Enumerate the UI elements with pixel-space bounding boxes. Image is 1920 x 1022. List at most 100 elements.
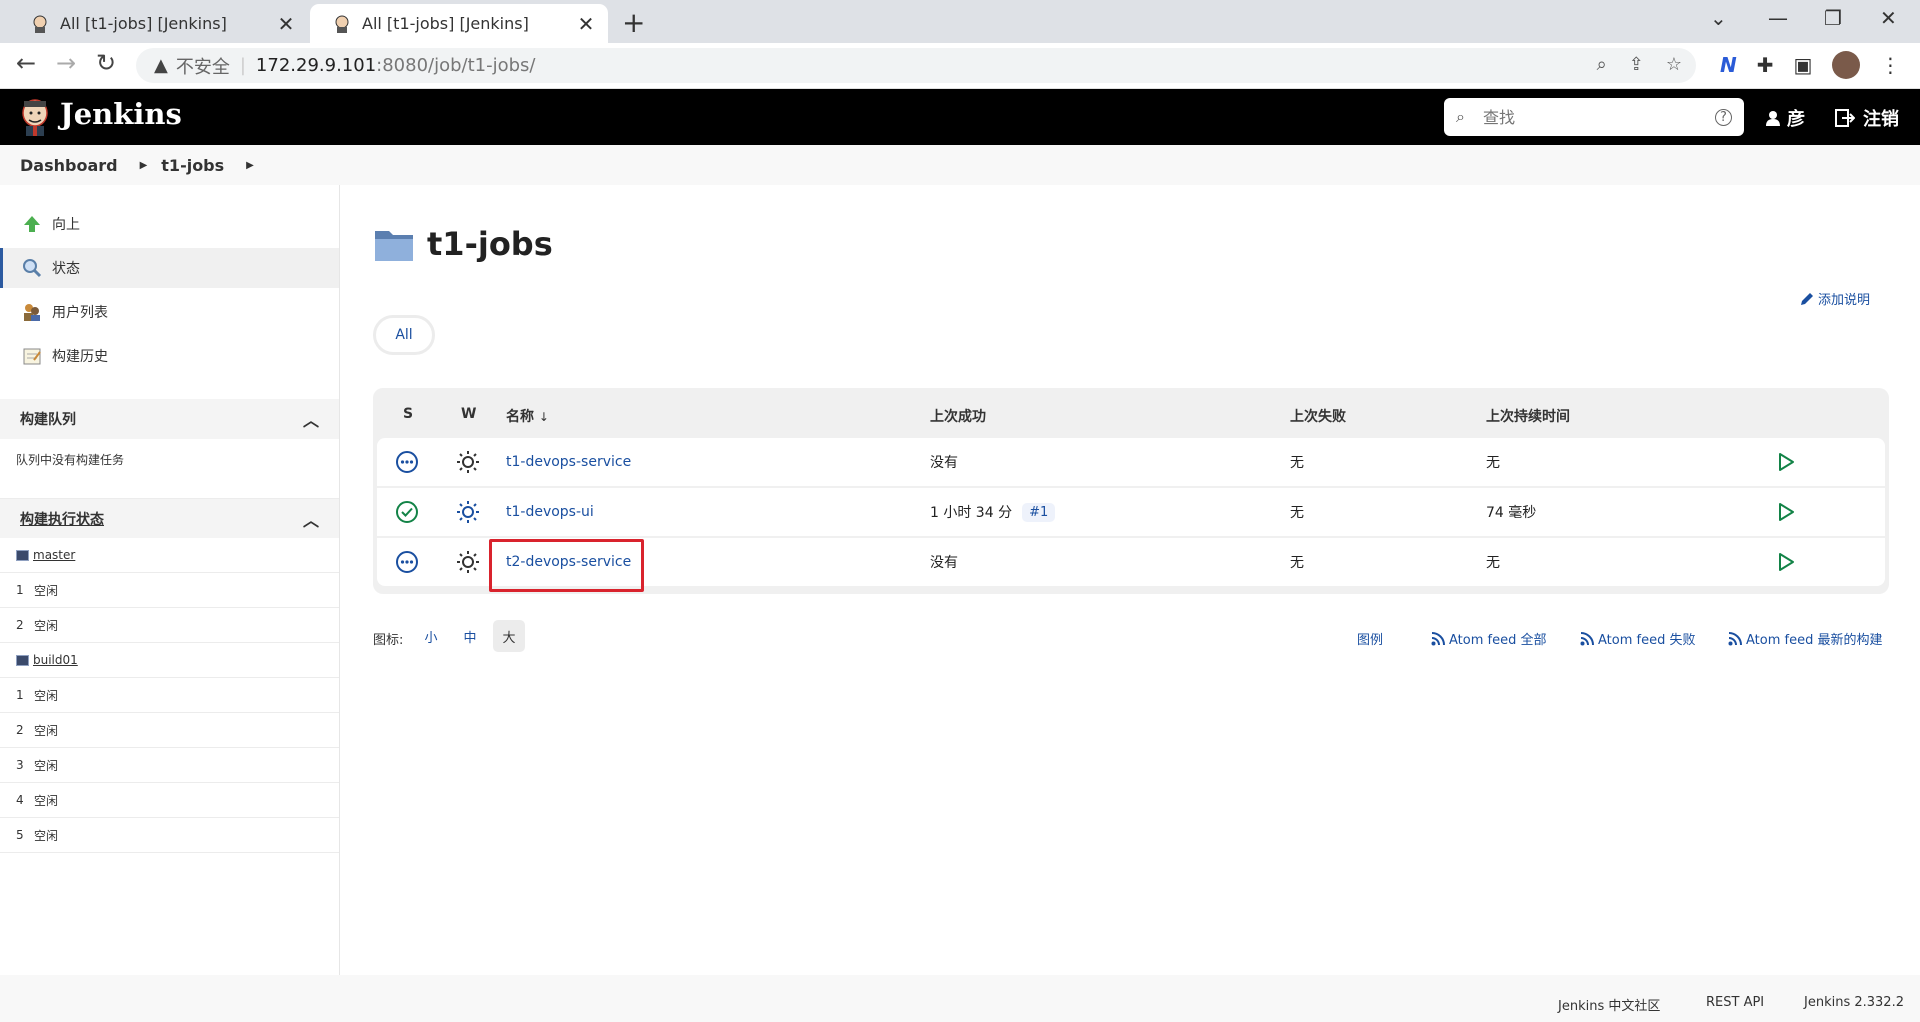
jenkins-brand[interactable]: Jenkins	[60, 97, 182, 131]
icon-size-medium[interactable]: 中	[454, 620, 486, 652]
url-separator: |	[239, 55, 246, 76]
back-icon[interactable]: ←	[16, 49, 36, 77]
executor-number: 3	[16, 758, 24, 772]
breadcrumb-chevron-icon[interactable]: ▶	[140, 160, 148, 171]
last-failure: 无	[1290, 555, 1304, 571]
url-path: :8080/job/t1-jobs/	[376, 55, 536, 76]
browser-tab-bar: All [t1-jobs] [Jenkins] ✕ All [t1-jobs] …	[0, 0, 1920, 43]
legend-link[interactable]: 图例	[1357, 629, 1383, 648]
tab-search-icon[interactable]: ⌄	[1710, 6, 1727, 30]
col-header-name[interactable]: 名称 ↓	[506, 406, 549, 426]
profile-avatar[interactable]	[1832, 51, 1861, 79]
table-row: t1-devops-ui 1 小时 34 分 #1 无 74 毫秒	[377, 488, 1885, 536]
close-tab-icon[interactable]: ✕	[576, 12, 596, 36]
atom-feed-failed-label: Atom feed 失败	[1598, 633, 1696, 648]
col-header-s[interactable]: S	[403, 406, 413, 422]
col-header-last-success[interactable]: 上次成功	[930, 406, 986, 426]
close-tab-icon[interactable]: ✕	[276, 12, 296, 36]
task-status[interactable]: 状态	[0, 248, 339, 288]
job-link[interactable]: t1-devops-service	[506, 438, 631, 486]
share-icon[interactable]: ⇪	[1629, 54, 1644, 75]
executor-row: 2 空闲	[0, 713, 339, 748]
logout-link[interactable]: 注销	[1835, 105, 1899, 131]
sidebar: 向上 状态 用户列表 构建历史 构建队列 ︿ 队列中没有构建任务 构建执行状态 …	[0, 185, 340, 975]
reload-icon[interactable]: ↻	[96, 49, 116, 77]
pencil-icon	[1801, 292, 1813, 305]
status-notbuilt-icon[interactable]	[395, 438, 419, 486]
up-arrow-icon	[22, 214, 42, 234]
users-icon	[22, 302, 42, 322]
footer-community-link[interactable]: Jenkins 中文社区	[1558, 995, 1660, 1014]
breadcrumb-chevron-icon[interactable]: ▶	[246, 160, 254, 171]
status-success-icon[interactable]	[395, 488, 419, 536]
computer-icon	[16, 654, 29, 666]
status-notbuilt-icon[interactable]	[395, 538, 419, 586]
atom-feed-latest-link[interactable]: Atom feed 最新的构建	[1728, 629, 1882, 648]
restore-icon[interactable]: ❐	[1824, 6, 1842, 30]
breadcrumb-dashboard[interactable]: Dashboard	[20, 156, 118, 175]
user-name: 彦	[1787, 109, 1805, 130]
help-icon[interactable]: ?	[1715, 108, 1732, 126]
executor-number: 1	[16, 583, 24, 597]
job-link[interactable]: t1-devops-ui	[506, 488, 594, 536]
task-users[interactable]: 用户列表	[0, 292, 339, 332]
atom-feed-all-link[interactable]: Atom feed 全部	[1431, 629, 1546, 648]
executor-row: 1 空闲	[0, 678, 339, 713]
minimize-icon[interactable]: —	[1768, 6, 1788, 30]
bookmark-star-icon[interactable]: ☆	[1666, 54, 1682, 75]
extensions-area: N ✚ ▣ ⋮	[1720, 51, 1900, 79]
user-icon	[1766, 111, 1780, 126]
extension-n-icon[interactable]: N	[1720, 53, 1737, 77]
browser-tab[interactable]: All [t1-jobs] [Jenkins] ✕	[8, 4, 308, 43]
zoom-icon[interactable]: ⌕	[1597, 54, 1607, 75]
extensions-puzzle-icon[interactable]: ✚	[1757, 53, 1774, 77]
last-success: 1 小时 34 分	[930, 505, 1013, 521]
window-close-icon[interactable]: ✕	[1880, 6, 1897, 30]
footer-rest-api-link[interactable]: REST API	[1706, 995, 1764, 1010]
user-link[interactable]: 彦	[1765, 105, 1805, 131]
build-number-link[interactable]: #1	[1022, 502, 1056, 522]
build-queue-header[interactable]: 构建队列 ︿	[0, 399, 339, 439]
footer-version-link[interactable]: Jenkins 2.332.2	[1804, 995, 1904, 1010]
view-tab-all[interactable]: All	[373, 315, 435, 355]
col-header-last-duration[interactable]: 上次持续时间	[1486, 406, 1570, 426]
forward-icon[interactable]: →	[56, 49, 76, 77]
node-master[interactable]: master	[0, 538, 339, 573]
url-host: 172.29.9.101	[255, 55, 377, 76]
executor-status-header[interactable]: 构建执行状态 ︿	[0, 498, 339, 538]
executor-row: 3 空闲	[0, 748, 339, 783]
new-tab-icon[interactable]: +	[622, 6, 645, 39]
table-row: t1-devops-service 没有 无 无	[377, 438, 1885, 486]
task-build-history[interactable]: 构建历史	[0, 336, 339, 376]
breadcrumb-t1-jobs[interactable]: t1-jobs	[161, 156, 224, 175]
col-header-last-failure[interactable]: 上次失败	[1290, 406, 1346, 426]
jenkins-logo-icon[interactable]	[18, 97, 52, 137]
col-header-w[interactable]: W	[461, 406, 476, 422]
executor-state: 空闲	[34, 723, 59, 738]
executor-number: 2	[16, 618, 24, 632]
last-duration: 74 毫秒	[1486, 505, 1537, 521]
last-failure: 无	[1290, 505, 1304, 521]
last-success: 没有	[930, 555, 958, 571]
build-queue-empty: 队列中没有构建任务	[16, 453, 125, 467]
rss-icon	[1431, 631, 1445, 645]
collapse-icon[interactable]: ︿	[303, 507, 319, 531]
build-play-icon[interactable]	[1776, 488, 1796, 536]
last-success: 没有	[930, 455, 958, 471]
build-play-icon[interactable]	[1776, 538, 1796, 586]
browser-tab-active[interactable]: All [t1-jobs] [Jenkins] ✕	[310, 4, 608, 43]
add-description-link[interactable]: 添加说明	[1800, 289, 1870, 308]
search-input[interactable]	[1480, 106, 1715, 128]
atom-feed-failed-link[interactable]: Atom feed 失败	[1580, 629, 1695, 648]
insecure-label: 不安全	[175, 56, 230, 78]
icon-size-large[interactable]: 大	[493, 620, 525, 652]
side-panel-icon[interactable]: ▣	[1794, 53, 1813, 77]
task-up[interactable]: 向上	[0, 204, 339, 244]
url-field[interactable]: ▲ 不安全 | 172.29.9.101 :8080/job/t1-jobs/ …	[136, 48, 1696, 83]
menu-dots-icon[interactable]: ⋮	[1880, 53, 1900, 77]
icon-size-small[interactable]: 小	[415, 620, 447, 652]
search-icon: ⌕	[1456, 107, 1465, 126]
build-play-icon[interactable]	[1776, 438, 1796, 486]
node-build01[interactable]: build01	[0, 643, 339, 678]
collapse-icon[interactable]: ︿	[303, 407, 319, 431]
